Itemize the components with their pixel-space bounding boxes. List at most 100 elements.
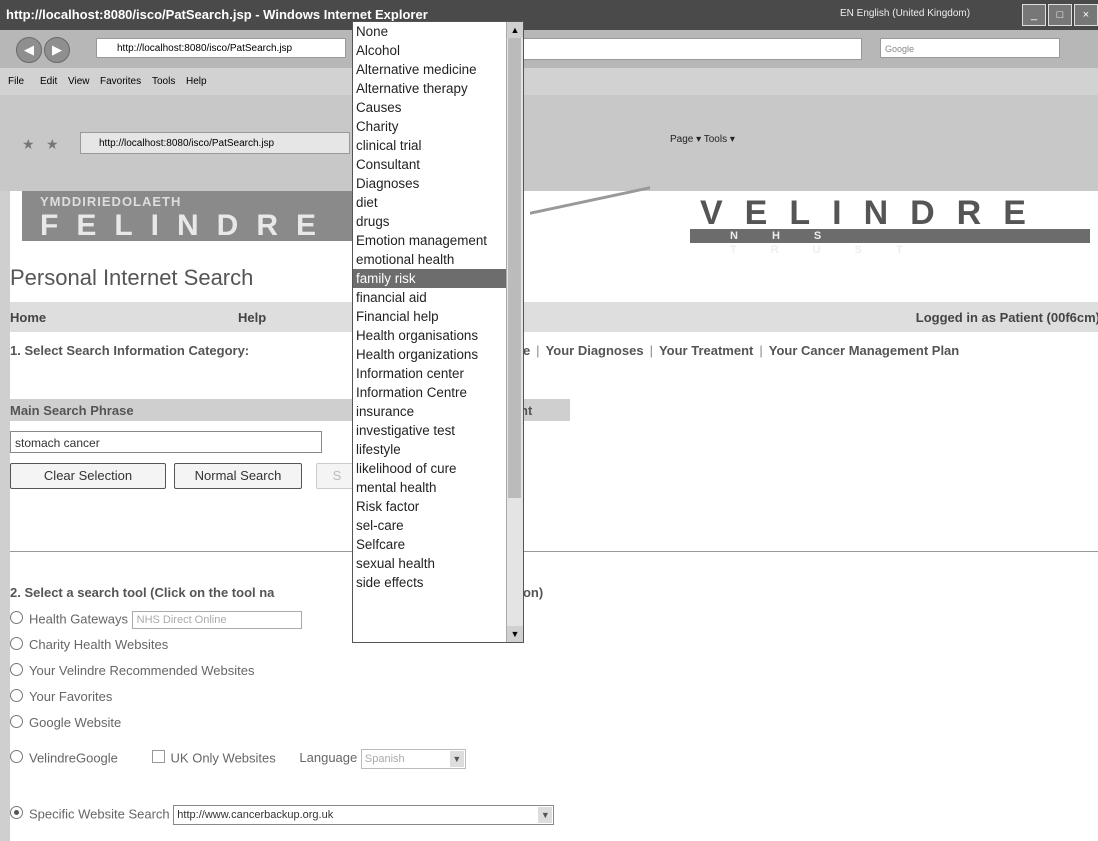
uk-only-checkbox[interactable] [151,750,165,764]
search-input[interactable]: Google [880,38,1060,58]
banner-velindre: VELINDRE [700,194,1048,232]
dropdown-item[interactable]: Selfcare [353,535,523,554]
language-indicator[interactable]: EN English (United Kingdom) [840,8,970,19]
dropdown-item[interactable]: Health organisations [353,326,523,345]
star-icon[interactable]: ★ [22,136,35,153]
dropdown-item[interactable]: None [353,22,523,41]
dropdown-item[interactable]: Information Centre [353,383,523,402]
menu-tools[interactable]: Tools [152,76,175,87]
radio-your-favorites[interactable]: Your Favorites [10,689,112,704]
language-value: Spanish [364,753,405,765]
radio-circle[interactable] [10,637,23,650]
tab-your-cancer-management-plan[interactable]: Your Cancer Management Plan [769,343,959,358]
radio-charity-health-websites[interactable]: Charity Health Websites [10,637,168,652]
browser-toolbar[interactable]: Page ▾ Tools ▾ [670,134,735,145]
specific-website-select[interactable]: http://www.cancerbackup.org.uk ▼ [173,805,555,825]
maximize-icon[interactable]: □ [1048,4,1072,26]
scroll-thumb[interactable] [508,38,521,498]
main-search-label: Main Search Phrase [10,403,134,418]
dropdown-item[interactable]: diet [353,193,523,212]
scroll-up-icon[interactable]: ▲ [507,22,523,38]
chevron-down-icon: ▼ [449,751,464,767]
radio-circle[interactable] [10,715,23,728]
divider [10,551,1098,552]
window-title: http://localhost:8080/isco/PatSearch.jsp… [6,7,428,22]
dropdown-item[interactable]: Alcohol [353,41,523,60]
dropdown-item[interactable]: Causes [353,98,523,117]
dropdown-item[interactable]: likelihood of cure [353,459,523,478]
close-icon[interactable]: × [1074,4,1098,26]
dropdown-item[interactable]: financial aid [353,288,523,307]
category-tabs: ne|Your Diagnoses|Your Treatment|Your Ca… [515,343,959,358]
radio-specific-website-search[interactable]: Specific Website Search http://www.cance… [10,805,555,825]
dropdown-scrollbar[interactable]: ▲ ▼ [506,22,523,642]
address-bar[interactable]: http://localhost:8080/isco/PatSearch.jsp [96,38,346,58]
google-label: Google Website [29,715,122,730]
dropdown-item[interactable]: Consultant [353,155,523,174]
dropdown-item[interactable]: Risk factor [353,497,523,516]
uk-only-label: UK Only Websites [170,750,276,766]
radio-velindre-google[interactable]: VelindreGoogle UK Only Websites Language… [10,749,466,769]
radio-circle[interactable] [10,750,23,764]
radio-circle[interactable] [10,689,23,702]
add-favorite-icon[interactable]: ★ [46,136,59,153]
favorites-label: Your Favorites [29,689,113,704]
menu-bar: File Edit View Favorites Tools Help [0,68,1098,95]
dropdown-item[interactable]: Emotion management [353,231,523,250]
dropdown-item[interactable]: family risk [353,269,523,288]
logged-in-status: Logged in as Patient (00f6cm) [915,310,1098,325]
normal-search-button[interactable]: Normal Search [174,463,302,489]
minimize-icon[interactable]: _ [1022,4,1046,26]
dropdown-item[interactable]: Health organizations [353,345,523,364]
dropdown-item[interactable]: sel-care [353,516,523,535]
radio-velindre-recommended[interactable]: Your Velindre Recommended Websites [10,663,254,678]
radio-circle-selected[interactable] [10,806,23,820]
radio-circle[interactable] [10,663,23,676]
main-search-input[interactable]: stomach cancer [10,431,322,453]
dropdown-item[interactable]: emotional health [353,250,523,269]
title-bar: http://localhost:8080/isco/PatSearch.jsp… [0,0,1098,30]
menu-edit[interactable]: Edit [40,76,57,87]
dropdown-item[interactable]: Alternative therapy [353,79,523,98]
dropdown-item[interactable]: Financial help [353,307,523,326]
charity-label: Charity Health Websites [29,637,169,652]
dropdown-item[interactable]: investigative test [353,421,523,440]
browser-tab[interactable]: http://localhost:8080/isco/PatSearch.jsp [80,132,350,154]
language-select[interactable]: Spanish ▼ [360,749,466,769]
category-dropdown-list[interactable]: None Alcohol Alternative medicine Alternati… [352,21,524,643]
menu-help[interactable]: Help [186,76,207,87]
clear-selection-button[interactable]: Clear Selection [10,463,166,489]
dropdown-item[interactable]: drugs [353,212,523,231]
specific-website-value: http://www.cancerbackup.org.uk [177,809,334,821]
dropdown-item[interactable]: sexual health [353,554,523,573]
dropdown-item[interactable]: Information center [353,364,523,383]
radio-google-website[interactable]: Google Website [10,715,121,730]
dropdown-item[interactable]: mental health [353,478,523,497]
address-bar-extension[interactable] [520,38,862,60]
velindre-google-label: VelindreGoogle [29,750,118,766]
menu-view[interactable]: View [68,76,90,87]
menu-favorites[interactable]: Favorites [100,76,141,87]
logo-swoosh [530,186,650,255]
dropdown-item[interactable]: Charity [353,117,523,136]
dropdown-item[interactable]: Alternative medicine [353,60,523,79]
nav-home-link[interactable]: Home [10,310,46,325]
menu-file[interactable]: File [8,76,24,87]
banner-welsh-text: YMDDIRIEDOLAETH [40,194,182,209]
scroll-down-icon[interactable]: ▼ [507,626,523,642]
tab-your-treatment[interactable]: Your Treatment [659,343,753,358]
dropdown-item[interactable]: Diagnoses [353,174,523,193]
back-icon[interactable]: ◀ [16,37,42,63]
forward-icon[interactable]: ▶ [44,37,70,63]
page-content: YMDDIRIEDOLAETH FELINDRE VELINDRE NHS TR… [10,186,1098,841]
nav-help-link[interactable]: Help [238,310,266,325]
dropdown-item[interactable]: lifestyle [353,440,523,459]
tab-your-diagnoses[interactable]: Your Diagnoses [546,343,644,358]
dropdown-item[interactable]: clinical trial [353,136,523,155]
dropdown-item[interactable]: insurance [353,402,523,421]
dropdown-item[interactable]: side effects [353,573,523,592]
chevron-down-icon: ▼ [538,807,553,823]
health-gateways-select[interactable]: NHS Direct Online [131,611,302,629]
radio-circle[interactable] [10,611,23,625]
radio-health-gateways[interactable]: Health Gateways NHS Direct Online [10,611,302,629]
